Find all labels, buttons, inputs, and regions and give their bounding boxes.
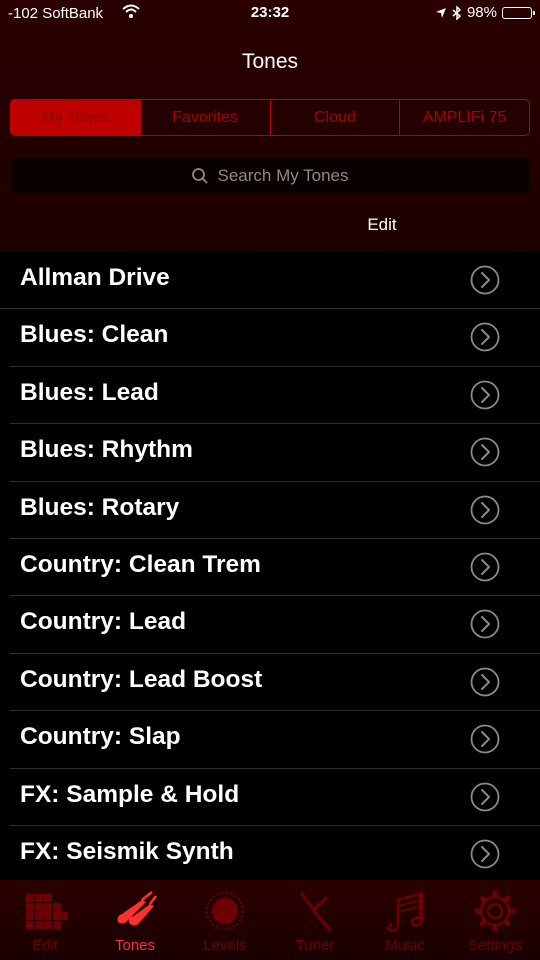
search-input[interactable]: Search My Tones bbox=[11, 158, 529, 193]
tone-list: Allman Drive Blues: Clean Blues: Lead Blues… bbox=[0, 252, 540, 884]
knob-icon bbox=[206, 892, 244, 930]
chevron-right-icon[interactable] bbox=[470, 839, 500, 869]
tab-tuner[interactable]: Tuner bbox=[270, 880, 360, 960]
tone-name: Blues: Clean bbox=[20, 321, 169, 349]
chevron-right-icon[interactable] bbox=[470, 265, 500, 295]
list-item[interactable]: Blues: Clean bbox=[10, 309, 540, 367]
list-item[interactable]: Blues: Rhythm bbox=[10, 424, 540, 482]
tab-label: Tones bbox=[114, 937, 156, 954]
tab-label: Settings bbox=[467, 937, 523, 954]
chevron-right-icon[interactable] bbox=[470, 552, 500, 582]
tone-name: Blues: Rotary bbox=[20, 493, 180, 521]
tab-label: Music bbox=[385, 937, 425, 954]
tone-name: Allman Drive bbox=[20, 264, 170, 291]
tab-edit[interactable]: Edit bbox=[0, 880, 90, 960]
tab-label: Levels bbox=[203, 937, 247, 954]
tone-name: Country: Lead Boost bbox=[20, 665, 263, 693]
tab-label: Edit bbox=[32, 937, 58, 954]
status-right: 98% bbox=[435, 4, 535, 21]
list-item[interactable]: Allman Drive bbox=[0, 252, 540, 310]
list-item[interactable]: Blues: Rotary bbox=[10, 482, 540, 539]
segment-my-tones[interactable]: My Tones bbox=[11, 100, 140, 135]
battery-icon bbox=[502, 6, 535, 19]
chevron-right-icon[interactable] bbox=[470, 667, 500, 697]
list-item[interactable]: Country: Clean Trem bbox=[10, 539, 540, 597]
tab-bar: Edit Tones Levels Tuner Music Settings bbox=[0, 880, 540, 960]
battery-percent: 98% bbox=[466, 4, 497, 21]
segment-amplifi-75[interactable]: AMPLIFi 75 bbox=[399, 100, 529, 135]
tab-levels[interactable]: Levels bbox=[180, 880, 270, 960]
chevron-right-icon[interactable] bbox=[470, 380, 500, 410]
tone-name: Country: Lead bbox=[20, 608, 187, 636]
tab-settings[interactable]: Settings bbox=[450, 880, 540, 960]
grid-icon bbox=[26, 894, 68, 929]
list-item[interactable]: Blues: Lead bbox=[10, 367, 540, 425]
list-item[interactable]: Country: Lead bbox=[10, 596, 540, 654]
segment-cloud[interactable]: Cloud bbox=[269, 100, 400, 135]
bluetooth-icon bbox=[452, 5, 462, 20]
guitars-icon bbox=[117, 891, 157, 926]
search-icon bbox=[192, 167, 209, 184]
tone-name: Blues: Rhythm bbox=[20, 436, 193, 464]
chevron-right-icon[interactable] bbox=[470, 322, 500, 352]
tone-name: FX: Sample & Hold bbox=[20, 780, 240, 808]
edit-button[interactable]: Edit bbox=[0, 215, 540, 235]
header: -102 SoftBank 23:32 98% Tones My Tones Fa… bbox=[0, 0, 540, 252]
tone-name: FX: Seismik Synth bbox=[20, 837, 234, 865]
page-title: Tones bbox=[241, 50, 299, 73]
segmented-control: My Tones Favorites Cloud AMPLIFi 75 bbox=[10, 99, 530, 136]
chevron-right-icon[interactable] bbox=[470, 437, 500, 467]
tab-tones[interactable]: Tones bbox=[90, 880, 180, 960]
tone-name: Blues: Lead bbox=[20, 378, 159, 406]
location-arrow-icon bbox=[435, 7, 446, 18]
tab-label: Tuner bbox=[295, 937, 335, 954]
segment-favorites[interactable]: Favorites bbox=[139, 100, 270, 135]
list-item[interactable]: Country: Slap bbox=[10, 711, 540, 769]
tone-name: Country: Clean Trem bbox=[20, 550, 261, 578]
status-bar: -102 SoftBank 23:32 98% bbox=[0, 0, 540, 28]
list-item[interactable]: FX: Sample & Hold bbox=[10, 769, 540, 826]
list-item[interactable]: FX: Seismik Synth bbox=[10, 826, 540, 884]
tone-name: Country: Slap bbox=[20, 723, 181, 751]
list-item[interactable]: Country: Lead Boost bbox=[10, 654, 540, 712]
music-note-icon bbox=[387, 892, 424, 932]
gear-icon bbox=[475, 891, 515, 931]
tuning-fork-icon bbox=[300, 892, 332, 932]
search-placeholder: Search My Tones bbox=[217, 165, 349, 185]
chevron-right-icon[interactable] bbox=[470, 495, 500, 525]
tab-music[interactable]: Music bbox=[360, 880, 450, 960]
chevron-right-icon[interactable] bbox=[470, 609, 500, 639]
chevron-right-icon[interactable] bbox=[470, 724, 500, 754]
chevron-right-icon[interactable] bbox=[470, 782, 500, 812]
